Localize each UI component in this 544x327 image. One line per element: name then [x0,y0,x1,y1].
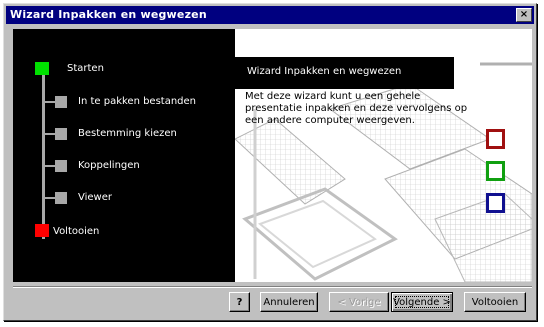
cancel-button[interactable]: Annuleren [260,292,318,312]
step-label: Bestemming kiezen [78,128,177,139]
step-green-indicator-icon [35,62,49,75]
wizard-description: Met deze wizard kunt u een gehele presen… [245,91,468,126]
title-bar[interactable]: Wizard Inpakken en wegwezen × [6,6,534,24]
wizard-dialog: Wizard Inpakken en wegwezen × Starten In… [3,3,537,321]
blue-square-icon [486,193,505,213]
step-in-te-pakken-bestanden: In te pakken bestanden [13,95,235,111]
step-bestemming-kiezen: Bestemming kiezen [13,127,235,143]
content-header-title: Wizard Inpakken en wegwezen [247,66,402,77]
window-title: Wizard Inpakken en wegwezen [10,8,207,21]
step-label: Starten [67,63,104,74]
next-button[interactable]: Volgende > [391,292,453,312]
content-panel: Wizard Inpakken en wegwezen Met deze wiz… [235,29,532,282]
button-divider [13,286,532,288]
step-voltooien: Voltooien [13,224,235,240]
step-label: In te pakken bestanden [78,96,197,107]
focus-rectangle [395,296,449,308]
step-label: Koppelingen [78,160,140,171]
step-starten: Starten [13,62,235,78]
step-gray-indicator-icon [55,96,67,108]
green-square-icon [486,161,505,181]
step-koppelingen: Koppelingen [13,159,235,175]
close-button[interactable]: × [516,8,532,22]
content-header: Wizard Inpakken en wegwezen [235,57,454,89]
red-square-icon [486,129,505,149]
finish-button[interactable]: Voltooien [464,292,526,312]
step-gray-indicator-icon [55,128,67,140]
back-button[interactable]: < Vorige [329,292,389,312]
step-label: Viewer [78,192,112,203]
step-label: Voltooien [53,226,100,237]
help-button[interactable]: ? [229,292,250,312]
step-red-indicator-icon [35,224,49,237]
step-viewer: Viewer [13,191,235,207]
step-connector-line [42,67,45,239]
step-gray-indicator-icon [55,192,67,204]
step-gray-indicator-icon [55,160,67,172]
steps-panel: Starten In te pakken bestanden Bestemmin… [13,29,235,282]
